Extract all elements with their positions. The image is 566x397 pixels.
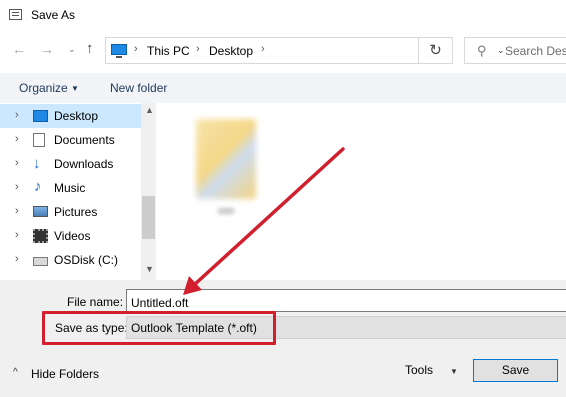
refresh-button[interactable]: ↻ xyxy=(419,37,453,64)
breadcrumb-separator[interactable]: › xyxy=(134,43,138,55)
search-input[interactable]: ⚲ Search Desk xyxy=(464,37,566,64)
breadcrumb-separator[interactable]: › xyxy=(261,43,265,55)
caret-down-icon[interactable]: ▼ xyxy=(71,84,79,93)
command-toolbar: Organize ▼ New folder xyxy=(0,73,566,103)
sidebar-item-label: Documents xyxy=(54,133,115,147)
documents-icon xyxy=(33,133,45,147)
videos-icon xyxy=(33,229,48,243)
hide-folders-label: Hide Folders xyxy=(31,367,100,381)
sidebar-item-desktop[interactable]: › Desktop xyxy=(0,104,141,128)
new-folder-button[interactable]: New folder xyxy=(110,81,167,95)
chevron-right-icon[interactable]: › xyxy=(15,253,19,265)
chevron-right-icon[interactable]: › xyxy=(15,133,19,145)
file-name-input[interactable] xyxy=(126,289,566,312)
window-title: Save As xyxy=(31,8,76,22)
sidebar-item-music[interactable]: › ♪ Music xyxy=(0,176,141,200)
caret-down-icon[interactable]: ▼ xyxy=(450,367,458,376)
chevron-right-icon[interactable]: › xyxy=(15,229,19,241)
folder-icon[interactable] xyxy=(196,119,256,199)
search-icon: ⚲ xyxy=(477,43,487,58)
chevron-right-icon[interactable]: › xyxy=(15,205,19,217)
pictures-icon xyxy=(33,206,48,217)
scroll-down-icon[interactable]: ▼ xyxy=(145,264,154,274)
sidebar-item-osdisk[interactable]: › OSDisk (C:) xyxy=(0,248,141,272)
sidebar-item-downloads[interactable]: › ↓ Downloads xyxy=(0,152,141,176)
navigation-scrollbar[interactable]: ▲ ▼ xyxy=(141,103,156,280)
drive-icon xyxy=(33,257,48,266)
sidebar-item-label: Desktop xyxy=(54,109,99,123)
folder-label-blurred xyxy=(218,208,234,214)
sidebar-item-label: Music xyxy=(54,181,86,195)
up-arrow-icon[interactable]: ↑ xyxy=(86,40,94,57)
tools-button[interactable]: Tools xyxy=(405,363,433,377)
forward-arrow-icon[interactable]: → xyxy=(40,41,54,57)
file-name-label: File name: xyxy=(67,295,124,309)
navigation-pane: › Desktop › Documents › ↓ Downloads › ♪ … xyxy=(0,103,155,280)
breadcrumb-this-pc[interactable]: This PC xyxy=(147,44,190,58)
window-icon xyxy=(9,9,22,20)
address-bar[interactable]: › This PC › Desktop › ⌄ xyxy=(105,37,505,64)
file-list-pane[interactable] xyxy=(156,103,566,280)
chevron-right-icon[interactable]: › xyxy=(15,181,19,193)
sidebar-item-pictures[interactable]: › Pictures xyxy=(0,200,141,224)
music-icon: ♪ xyxy=(34,178,42,195)
back-arrow-icon[interactable]: ← xyxy=(12,41,26,57)
desktop-icon xyxy=(33,110,48,122)
sidebar-item-label: Downloads xyxy=(54,157,114,171)
save-type-label: Save as type: xyxy=(55,321,128,335)
scrollbar-thumb[interactable] xyxy=(142,196,155,239)
chevron-down-icon[interactable]: ⌄ xyxy=(68,44,76,55)
sidebar-item-videos[interactable]: › Videos xyxy=(0,224,141,248)
downloads-icon: ↓ xyxy=(33,155,41,172)
save-button[interactable]: Save xyxy=(473,359,558,382)
breadcrumb-desktop[interactable]: Desktop xyxy=(209,44,253,58)
sidebar-item-label: Pictures xyxy=(54,205,98,219)
computer-icon xyxy=(111,44,127,58)
sidebar-item-label: Videos xyxy=(54,229,91,243)
refresh-icon: ↻ xyxy=(429,42,442,59)
sidebar-item-documents[interactable]: › Documents xyxy=(0,128,141,152)
chevron-right-icon[interactable]: › xyxy=(15,157,19,169)
title-bar: Save As xyxy=(0,0,566,32)
sidebar-item-label: OSDisk (C:) xyxy=(54,253,118,267)
save-options-pane: File name: Save as type: Outlook Templat… xyxy=(0,280,566,397)
save-type-select[interactable]: Outlook Template (*.oft) xyxy=(126,316,566,339)
scroll-up-icon[interactable]: ▲ xyxy=(145,105,154,115)
chevron-up-icon: ^ xyxy=(13,367,18,378)
chevron-right-icon[interactable]: › xyxy=(15,109,19,121)
organize-button[interactable]: Organize xyxy=(19,81,68,95)
search-placeholder: Search Desk xyxy=(505,44,566,58)
breadcrumb-separator[interactable]: › xyxy=(196,43,200,55)
